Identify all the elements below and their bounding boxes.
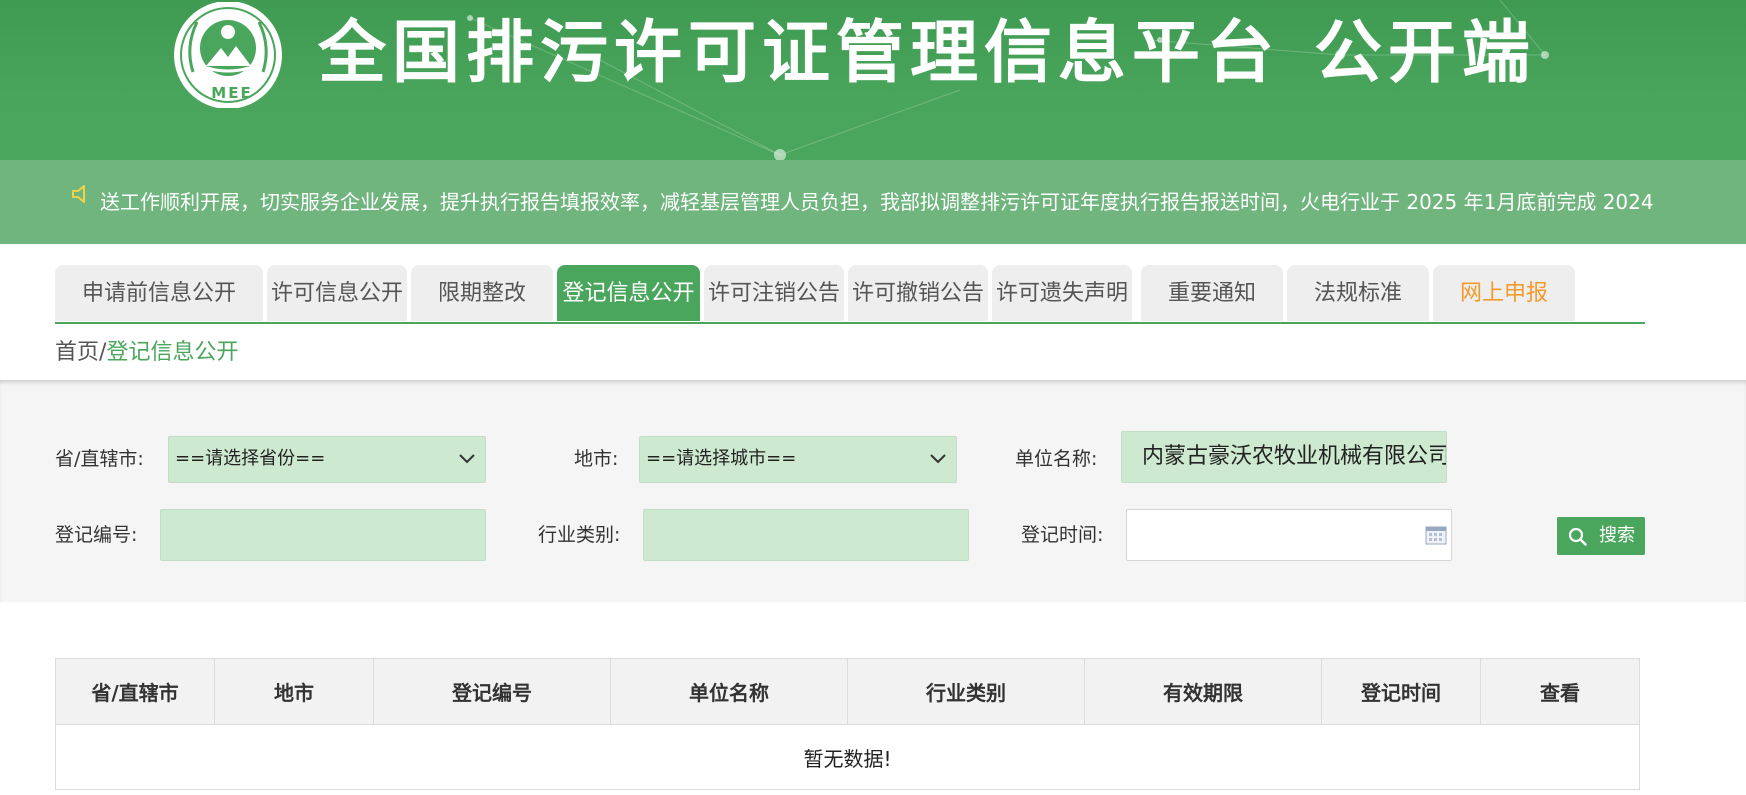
reg-time-input[interactable]	[1126, 509, 1452, 561]
tab-underline	[55, 322, 1645, 324]
tab-permit-cancellation[interactable]: 许可注销公告	[704, 265, 844, 321]
site-title-sub: 公开端	[1314, 14, 1537, 93]
industry-label: 行业类别:	[538, 524, 621, 546]
reg-no-label: 登记编号:	[55, 524, 138, 546]
breadcrumb-home[interactable]: 首页	[55, 340, 99, 365]
province-label: 省/直辖市:	[55, 448, 144, 470]
industry-input[interactable]	[643, 509, 969, 561]
site-title-main: 全国排污许可证管理信息平台	[318, 14, 1281, 93]
column-header-view: 查看	[1480, 658, 1640, 725]
tab-registration-info[interactable]: 登记信息公开	[557, 265, 700, 321]
city-select-value: ==请选择城市==	[646, 448, 797, 469]
city-select[interactable]: ==请选择城市==	[639, 436, 957, 483]
notice-text: 送工作顺利开展，切实服务企业发展，提升执行报告填报效率，减轻基层管理人员负担，我…	[100, 190, 1654, 214]
chevron-down-icon	[930, 454, 946, 464]
tab-rectification[interactable]: 限期整改	[411, 265, 553, 321]
reg-no-input[interactable]	[160, 509, 486, 561]
calendar-icon[interactable]	[1425, 525, 1447, 545]
unit-name-input[interactable]: 内蒙古豪沃农牧业机械有限公司	[1121, 431, 1447, 483]
column-header-reg-time: 登记时间	[1321, 658, 1481, 725]
column-header-province: 省/直辖市	[55, 658, 215, 725]
search-button[interactable]: 搜索	[1557, 517, 1645, 555]
tab-online-declaration[interactable]: 网上申报	[1433, 265, 1575, 321]
table-header-row: 省/直辖市 地市 登记编号 单位名称 行业类别 有效期限 登记时间 查看	[55, 658, 1640, 725]
tab-permit-revocation[interactable]: 许可撤销公告	[848, 265, 988, 321]
tab-important-notice[interactable]: 重要通知	[1141, 265, 1283, 321]
column-header-industry: 行业类别	[847, 658, 1085, 725]
column-header-unit-name: 单位名称	[610, 658, 848, 725]
breadcrumb: 首页/登记信息公开	[55, 337, 238, 369]
column-header-validity: 有效期限	[1084, 658, 1322, 725]
header-banner: MEE 全国排污许可证管理信息平台 公开端	[0, 0, 1746, 160]
search-icon	[1568, 527, 1587, 546]
city-label: 地市:	[574, 448, 619, 470]
site-title: 全国排污许可证管理信息平台 公开端	[318, 6, 1536, 102]
tab-regulations[interactable]: 法规标准	[1287, 265, 1429, 321]
province-select-value: ==请选择省份==	[175, 448, 326, 469]
tab-pre-application[interactable]: 申请前信息公开	[55, 265, 263, 321]
logo-text: MEE	[211, 84, 253, 102]
column-header-reg-no: 登记编号	[373, 658, 611, 725]
unit-name-label: 单位名称:	[1015, 448, 1098, 470]
table-empty-row: 暂无数据!	[55, 724, 1640, 790]
filter-panel	[0, 380, 1746, 602]
province-select[interactable]: ==请选择省份==	[168, 436, 486, 483]
speaker-icon	[72, 185, 85, 203]
search-button-label: 搜索	[1599, 525, 1635, 546]
chevron-down-icon	[459, 454, 475, 464]
reg-time-label: 登记时间:	[1021, 524, 1104, 546]
notice-bar: 送工作顺利开展，切实服务企业发展，提升执行报告填报效率，减轻基层管理人员负担，我…	[0, 160, 1746, 244]
tab-permit-info[interactable]: 许可信息公开	[267, 265, 407, 321]
breadcrumb-current: 登记信息公开	[106, 340, 239, 365]
tab-permit-loss[interactable]: 许可遗失声明	[992, 265, 1132, 321]
empty-message: 暂无数据!	[55, 724, 1640, 790]
column-header-city: 地市	[214, 658, 374, 725]
results-table: 省/直辖市 地市 登记编号 单位名称 行业类别 有效期限 登记时间 查看 暂无数…	[55, 658, 1640, 790]
